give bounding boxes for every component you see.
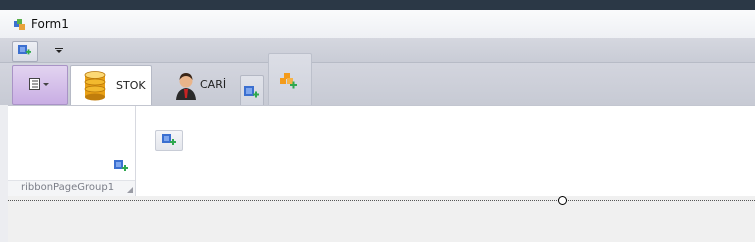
quick-access-toolbar xyxy=(0,38,755,63)
customize-toolbar-button[interactable] xyxy=(52,44,66,56)
tab-stok[interactable]: STOK xyxy=(70,65,152,106)
form-window: Form1 STOK CARİ ribbonPageGroup1 xyxy=(0,10,755,242)
ribbon-tab-row: STOK CARİ xyxy=(0,53,755,115)
application-menu-icon xyxy=(29,78,49,90)
tab-cari[interactable]: CARİ xyxy=(162,65,236,105)
application-menu-button[interactable] xyxy=(12,65,68,105)
dialog-launcher-icon[interactable] xyxy=(127,187,133,193)
screen-top-strip xyxy=(0,0,755,10)
add-item-icon xyxy=(162,134,176,145)
tab-cari-label: CARİ xyxy=(200,78,227,91)
ribbon-page-content: ribbonPageGroup1 xyxy=(8,105,755,198)
user-icon xyxy=(176,73,196,100)
group-caption-bar: ribbonPageGroup1 xyxy=(8,180,135,197)
add-group-icon xyxy=(280,73,297,89)
add-item-icon xyxy=(18,45,31,55)
dropdown-arrow-icon xyxy=(55,48,63,53)
quick-add-button[interactable] xyxy=(12,41,38,62)
group-add-item-button[interactable] xyxy=(114,160,128,177)
title-bar[interactable]: Form1 xyxy=(0,10,755,38)
group-caption: ribbonPageGroup1 xyxy=(21,182,115,193)
designer-surface xyxy=(8,196,755,242)
window-title: Form1 xyxy=(31,17,69,31)
ribbon-page-group: ribbonPageGroup1 xyxy=(8,106,136,197)
add-item-icon xyxy=(244,86,259,98)
selection-border xyxy=(8,200,755,201)
add-item-icon xyxy=(114,160,128,171)
form-icon xyxy=(14,19,25,30)
database-icon xyxy=(84,71,106,101)
tab-stok-label: STOK xyxy=(116,79,146,92)
resize-handle[interactable] xyxy=(558,196,567,205)
page-add-group-button[interactable] xyxy=(155,130,183,151)
